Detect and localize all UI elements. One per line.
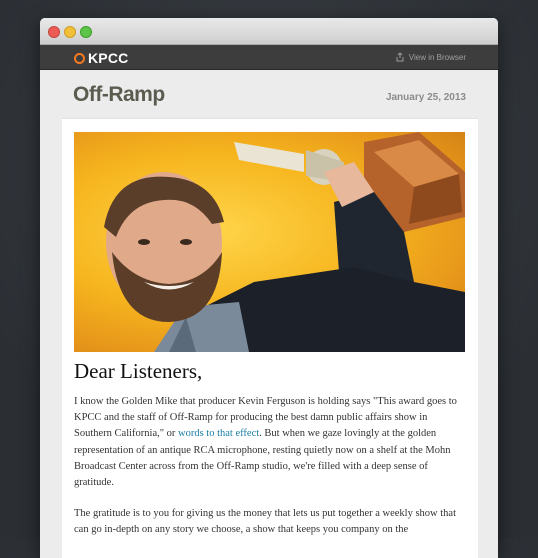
issue-date: January 25, 2013 <box>385 92 466 103</box>
kpcc-header-bar: KPCC View in Browser <box>40 45 498 70</box>
window-titlebar <box>40 18 498 45</box>
view-in-browser-label: View in Browser <box>408 52 466 62</box>
newsletter-body: Dear Listeners, I know the Golden Mike t… <box>62 118 478 558</box>
browser-window: KPCC View in Browser Off-Ramp January 25… <box>40 18 498 558</box>
article-paragraph-2: The gratitude is to you for giving us th… <box>74 508 457 536</box>
words-to-that-effect-link[interactable]: words to that effect <box>178 428 259 439</box>
view-in-browser-link[interactable]: View in Browser <box>395 52 466 62</box>
hero-photo-illustration <box>104 132 465 352</box>
newsletter-masthead: Off-Ramp January 25, 2013 <box>40 70 498 118</box>
kpcc-logo-text: KPCC <box>88 50 129 66</box>
zoom-window-button[interactable] <box>80 26 92 38</box>
kpcc-logo[interactable]: KPCC <box>74 50 128 66</box>
off-ramp-logo[interactable]: Off-Ramp <box>73 83 165 107</box>
share-icon <box>396 52 404 62</box>
kpcc-ring-icon <box>74 52 85 64</box>
close-window-button[interactable] <box>48 26 60 38</box>
article-paragraph-1: I know the Golden Mike that producer Kev… <box>74 394 466 491</box>
minimize-window-button[interactable] <box>64 26 76 38</box>
article-headline: Dear Listeners, <box>74 359 203 383</box>
hero-image <box>74 132 465 352</box>
